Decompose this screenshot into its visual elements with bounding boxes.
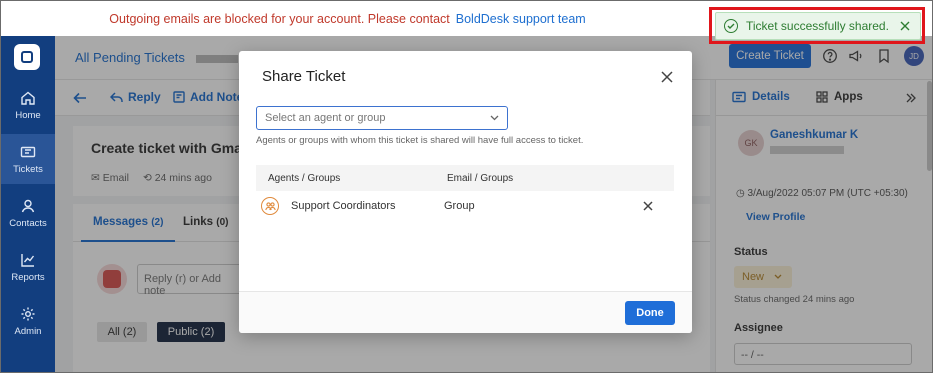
select-placeholder: Select an agent or group — [265, 112, 386, 124]
app-frame: Outgoing emails are blocked for your acc… — [0, 0, 933, 373]
nav-label-tickets: Tickets — [13, 163, 43, 175]
shared-entity-name: Support Coordinators — [291, 200, 396, 212]
gear-icon — [21, 307, 35, 320]
bolddesk-logo[interactable] — [14, 44, 40, 70]
group-icon — [261, 197, 279, 215]
nav-item-tickets[interactable]: Tickets — [1, 134, 55, 184]
shared-table-header: Agents / Groups Email / Groups — [256, 165, 674, 191]
banner-support-link[interactable]: BoldDesk support team — [456, 12, 586, 26]
close-icon[interactable] — [660, 70, 674, 84]
contacts-icon — [21, 199, 35, 212]
done-button[interactable]: Done — [625, 301, 675, 325]
nav-label-contacts: Contacts — [9, 217, 47, 229]
home-icon — [21, 91, 35, 105]
nav-item-contacts[interactable]: Contacts — [1, 188, 55, 238]
dialog-footer: Done — [239, 291, 692, 333]
nav-item-admin[interactable]: Admin — [1, 296, 55, 346]
table-row: Support Coordinators Group — [256, 191, 674, 223]
dialog-title: Share Ticket — [262, 68, 346, 85]
shared-entity-type: Group — [444, 200, 475, 212]
nav-item-reports[interactable]: Reports — [1, 242, 55, 292]
column-email-groups: Email / Groups — [447, 173, 514, 184]
reports-icon — [21, 253, 35, 267]
toast-message: Ticket successfully shared. — [746, 19, 889, 33]
nav-label-admin: Admin — [14, 325, 42, 337]
nav-label-home: Home — [15, 109, 41, 121]
remove-share-icon[interactable] — [642, 200, 654, 212]
nav-label-reports: Reports — [11, 271, 45, 283]
success-toast: Ticket successfully shared. — [715, 12, 921, 40]
banner-warning-text: Outgoing emails are blocked for your acc… — [109, 11, 450, 26]
ticket-icon — [20, 146, 36, 157]
share-ticket-dialog: Share Ticket Select an agent or group Ag… — [239, 51, 692, 333]
column-agents-groups: Agents / Groups — [268, 173, 341, 184]
agent-group-select[interactable]: Select an agent or group — [256, 106, 508, 130]
access-helper-text: Agents or groups with whom this ticket i… — [256, 135, 584, 146]
left-navigation: Home Tickets Contacts Reports Admin — [1, 36, 55, 372]
chevron-down-icon — [490, 115, 499, 121]
check-circle-icon — [724, 19, 738, 33]
nav-item-home[interactable]: Home — [1, 80, 55, 130]
close-icon[interactable] — [900, 21, 910, 31]
